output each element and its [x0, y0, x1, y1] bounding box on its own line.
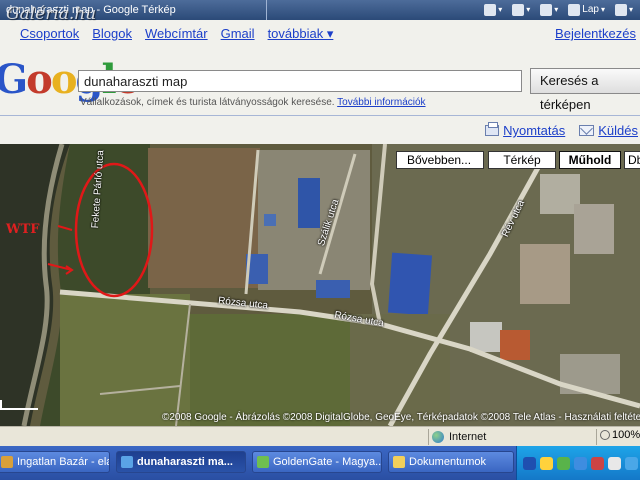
taskbar-button[interactable]: GoldenGate - Magya... [252, 451, 382, 473]
search-hint-text: Vállalkozások, címek és turista látványo… [80, 97, 335, 108]
taskbar-button-label: Ingatlan Bazár - ela... [17, 456, 109, 468]
taskbar-button[interactable]: Ingatlan Bazár - ela... [0, 451, 110, 473]
tools-button[interactable]: ▾ [612, 2, 636, 18]
scale-bar [0, 400, 38, 410]
send-link[interactable]: Küldés [598, 123, 638, 138]
folder-icon [393, 456, 405, 468]
browser-icon [121, 456, 133, 468]
browser-command-bar: ▾ ▾ ▾ Lap ▾ ▾ [481, 0, 636, 20]
more-layers-button[interactable]: Bővebben... [396, 151, 484, 169]
status-divider [428, 429, 429, 445]
taskbar: Ingatlan Bazár - ela... dunaharaszti ma.… [0, 446, 640, 480]
page-button[interactable]: Lap ▾ [565, 2, 608, 18]
map-search-button[interactable]: Keresés a térképen [530, 68, 640, 112]
browser-icon [257, 456, 269, 468]
print-link[interactable]: Nyomtatás [503, 123, 565, 138]
titlebar-divider [266, 0, 267, 20]
globe-icon [432, 431, 444, 443]
search-hint: Vállalkozások, címek és turista látványo… [80, 97, 426, 108]
page-button-label: Lap [582, 4, 599, 15]
taskbar-button-label: GoldenGate - Magya... [273, 456, 382, 468]
language-icon[interactable] [523, 456, 536, 470]
tools-icon [614, 4, 627, 16]
satellite-map[interactable]: Bővebben... Térkép Műhold Db Fekete Párl… [0, 144, 640, 426]
print-icon [540, 4, 553, 16]
map-actions: Nyomtatás Küldés [485, 122, 638, 138]
taskbar-button[interactable]: Dokumentumok [388, 451, 514, 473]
feeds-button[interactable]: ▾ [509, 2, 533, 18]
nav-link-gmail[interactable]: Gmail [221, 26, 255, 42]
nav-link-directory[interactable]: Webcímtár [145, 26, 208, 42]
more-info-link[interactable]: További információk [337, 97, 425, 108]
envelope-icon [579, 125, 595, 136]
map-type-hybrid-button[interactable]: Db [624, 151, 640, 169]
map-type-satellite-button[interactable]: Műhold [559, 151, 621, 169]
tray-app-icon[interactable] [540, 456, 553, 470]
google-header: Csoportok Blogok Webcímtár Gmail további… [0, 20, 640, 144]
status-bar: Internet 100% [0, 426, 640, 446]
handwritten-annotation: WTF [6, 222, 40, 237]
nav-link-groups[interactable]: Csoportok [20, 26, 79, 42]
tray-app-icon[interactable] [557, 456, 570, 470]
home-button[interactable]: ▾ [481, 2, 505, 18]
home-icon [484, 4, 497, 16]
zoom-level: 100% [612, 429, 640, 441]
taskbar-button[interactable]: dunaharaszti ma... [116, 451, 246, 473]
send-action[interactable]: Küldés [579, 123, 638, 138]
map-search-input[interactable] [78, 70, 522, 92]
rss-icon [512, 4, 525, 16]
page-icon [568, 4, 581, 16]
nav-more-link[interactable]: továbbiak ▾ [268, 26, 334, 42]
map-copyright: ©2008 Google - Ábrázolás ©2008 DigitalGl… [162, 412, 640, 423]
print-button[interactable]: ▾ [537, 2, 561, 18]
signin-link[interactable]: Bejelentkezés [555, 26, 636, 41]
browser-icon [1, 456, 13, 468]
taskbar-button-label: dunaharaszti ma... [137, 456, 233, 468]
print-action[interactable]: Nyomtatás [485, 122, 565, 138]
tray-app-icon[interactable] [608, 456, 621, 470]
google-nav: Csoportok Blogok Webcímtár Gmail további… [20, 26, 333, 42]
volume-icon[interactable] [625, 456, 638, 470]
zone-label: Internet [449, 431, 487, 443]
status-divider [596, 429, 597, 445]
header-divider [0, 115, 640, 116]
zoom-control[interactable]: 100% [600, 429, 640, 441]
security-zone: Internet [432, 429, 486, 445]
map-type-map-button[interactable]: Térkép [488, 151, 556, 169]
network-icon[interactable] [574, 456, 587, 470]
watermark: Galéria.hu [6, 4, 97, 24]
zoom-icon [600, 430, 610, 440]
nav-link-blogs[interactable]: Blogok [92, 26, 132, 42]
taskbar-button-label: Dokumentumok [409, 456, 487, 468]
system-tray [516, 446, 640, 480]
tray-app-icon[interactable] [591, 456, 604, 470]
printer-icon [485, 122, 500, 136]
